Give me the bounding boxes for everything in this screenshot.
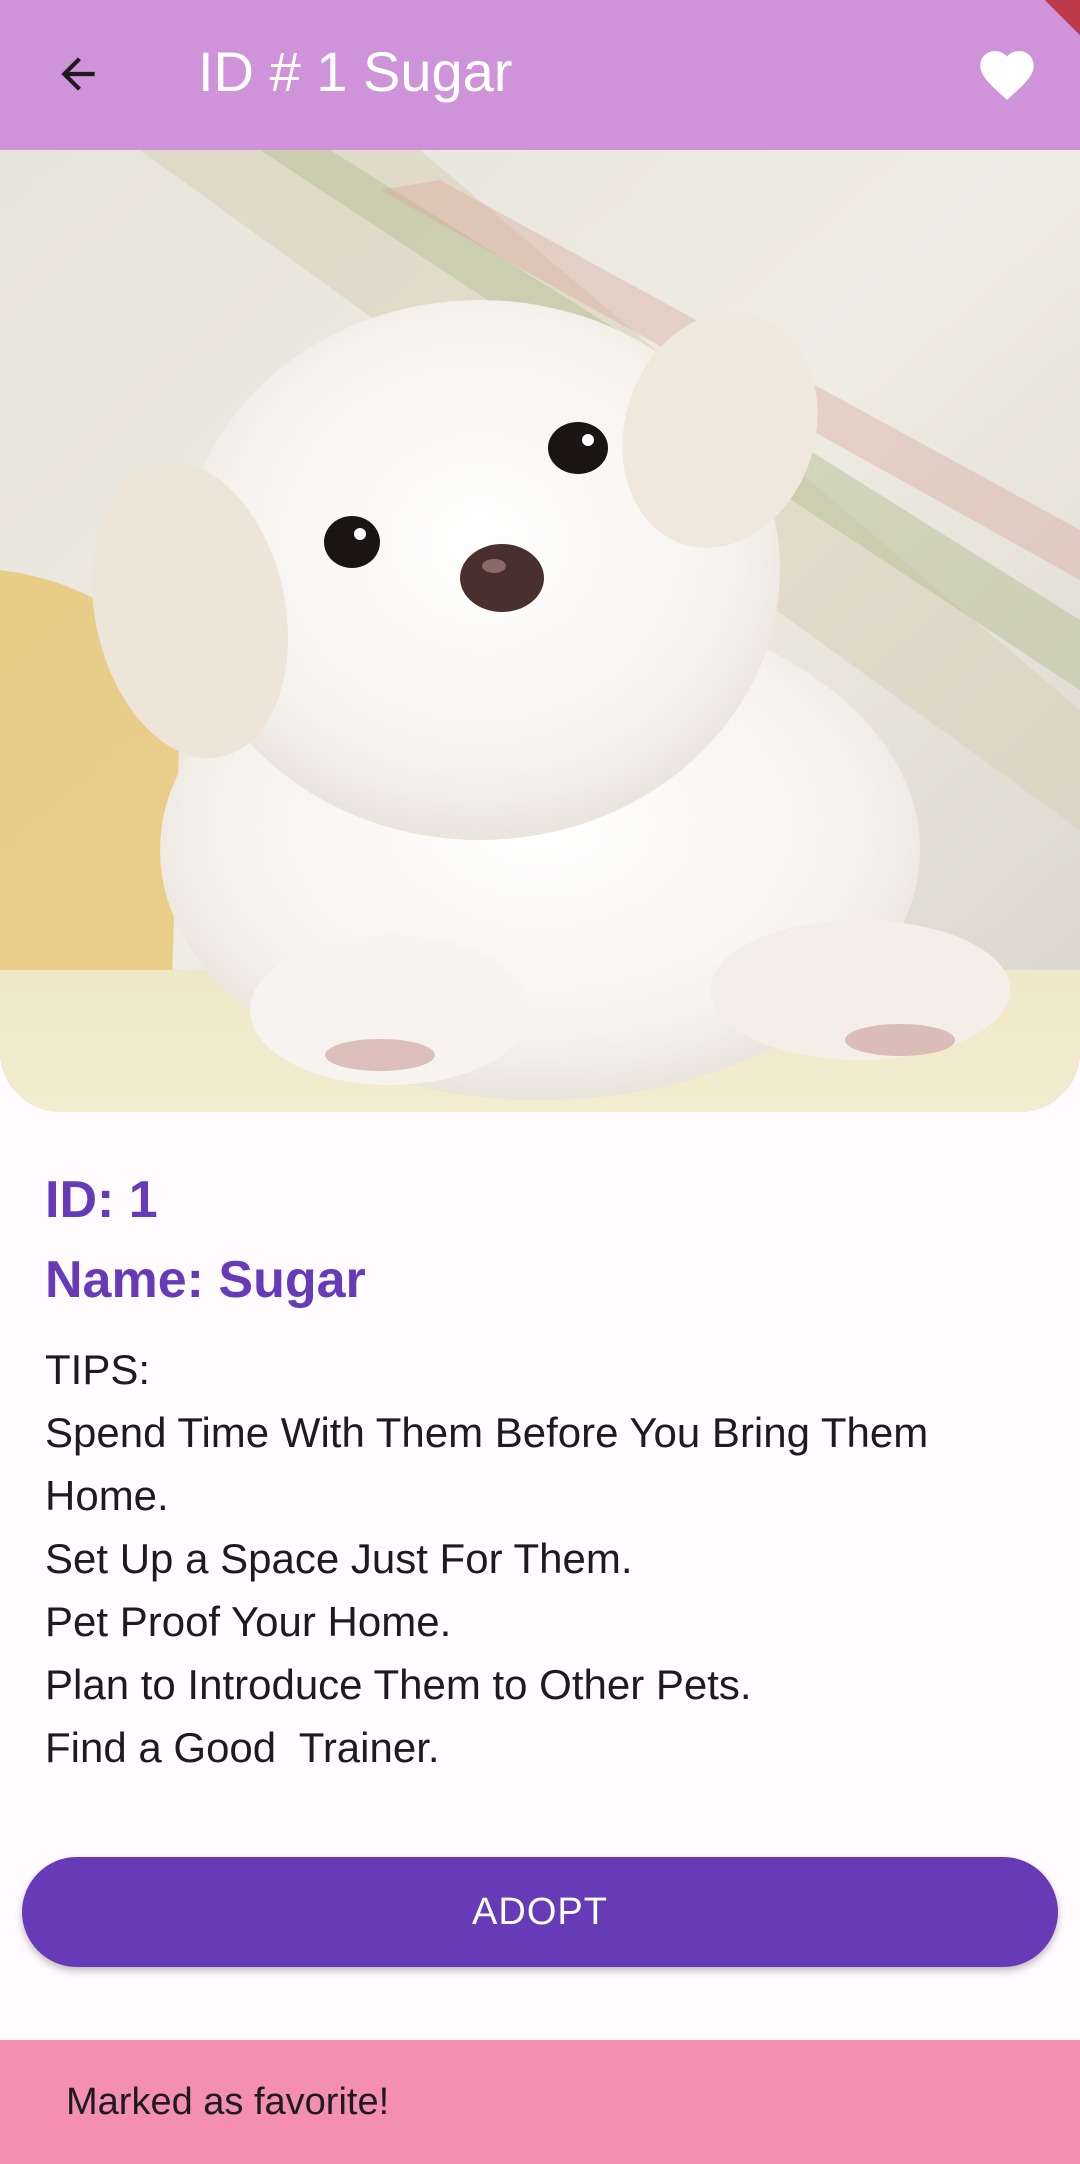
tips-text: TIPS: Spend Time With Them Before You Br… [45, 1338, 1045, 1779]
tips-line: Spend Time With Them Before You Bring Th… [45, 1409, 929, 1456]
app-bar: ID # 1 Sugar [0, 0, 1080, 150]
tips-line: Plan to Introduce Them to Other Pets. [45, 1661, 752, 1708]
favorite-button[interactable] [964, 32, 1050, 118]
arrow-back-icon [61, 57, 95, 91]
page-title: ID # 1 Sugar [198, 40, 513, 103]
tips-line: Home. [45, 1472, 169, 1519]
snackbar-message: Marked as favorite! [66, 2081, 390, 2123]
pet-name: Name: Sugar [45, 1251, 366, 1309]
tips-line: Set Up a Space Just For Them. [45, 1535, 633, 1582]
heart-icon [980, 51, 1034, 100]
snackbar: Marked as favorite! [0, 2040, 1080, 2164]
back-button[interactable] [40, 36, 116, 112]
tips-line: TIPS: [45, 1346, 151, 1393]
tips-line: Pet Proof Your Home. [45, 1598, 452, 1645]
tips-line: Find a Good Trainer. [45, 1724, 440, 1771]
pet-photo [0, 150, 1080, 1112]
adopt-button[interactable]: ADOPT [22, 1857, 1058, 1967]
pet-id: ID: 1 [45, 1171, 158, 1229]
pet-details: ID: 1 Name: Sugar TIPS: Spend Time With … [45, 1160, 1045, 1779]
